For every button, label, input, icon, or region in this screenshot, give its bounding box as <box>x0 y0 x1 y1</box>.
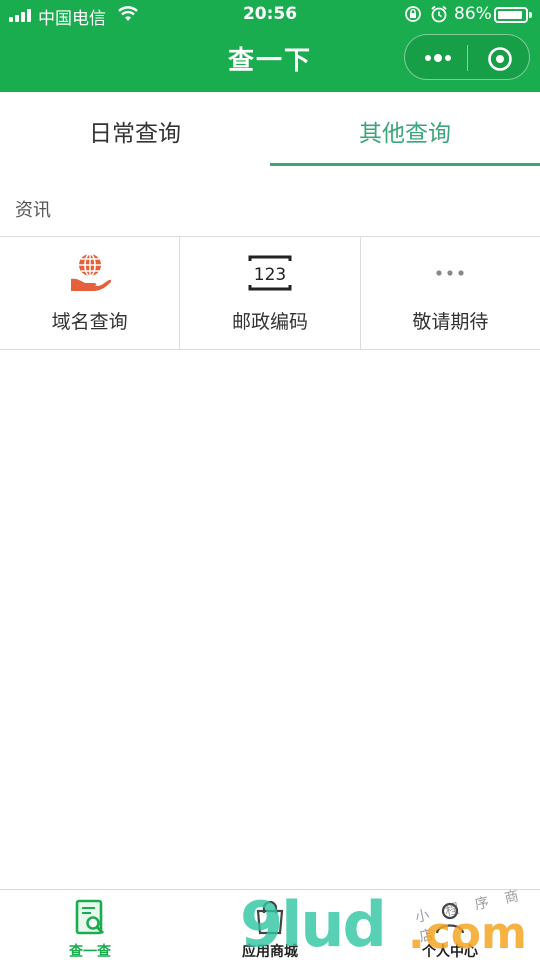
grid-item-domain-query[interactable]: 域名查询 <box>0 237 181 349</box>
capsule-divider <box>467 45 468 71</box>
tabbar-label: 查一查 <box>69 944 111 960</box>
tabbar-item-search[interactable]: 查一查 <box>0 890 180 960</box>
grid-item-coming-soon[interactable]: 敬请期待 <box>361 237 540 349</box>
tab-other-query[interactable]: 其他查询 <box>270 92 540 166</box>
tabbar-item-profile[interactable]: 个人中心 <box>360 890 540 960</box>
grid-item-label: 域名查询 <box>51 311 128 333</box>
service-grid: 域名查询 123 邮政编码 敬请期待 <box>0 236 540 350</box>
tabbar-item-app-store[interactable]: 应用商城 <box>180 890 360 960</box>
status-icons <box>404 5 448 23</box>
grid-item-label: 敬请期待 <box>412 311 489 333</box>
grid-item-label: 邮政编码 <box>231 311 308 333</box>
postcode-123-icon: 123 <box>248 255 292 291</box>
battery-icon <box>494 7 532 23</box>
top-bar: 中国电信 20:56 86% 查一下 <box>0 0 540 92</box>
tab-daily-query[interactable]: 日常查询 <box>0 92 270 166</box>
battery-percent: 86% <box>454 4 492 24</box>
bottom-tab-bar: 查一查 应用商城 个人中心 <box>0 889 540 960</box>
alarm-icon <box>431 5 447 23</box>
more-dots-icon[interactable] <box>423 50 453 66</box>
close-target-icon[interactable] <box>487 46 513 72</box>
shopping-bag-icon <box>256 900 284 935</box>
globe-hand-icon <box>70 253 111 291</box>
search-document-icon <box>75 899 105 935</box>
status-bar: 中国电信 20:56 86% <box>0 0 540 30</box>
tabbar-label: 个人中心 <box>422 944 478 960</box>
rotation-lock-icon <box>405 6 421 22</box>
grid-item-postcode[interactable]: 123 邮政编码 <box>180 237 361 349</box>
miniprogram-capsule <box>404 34 530 80</box>
query-tabs: 日常查询 其他查询 <box>0 92 540 166</box>
section-title: 资讯 <box>15 200 51 221</box>
person-icon <box>435 902 465 934</box>
svg-text:123: 123 <box>254 265 286 285</box>
tabbar-label: 应用商城 <box>242 944 298 960</box>
ellipsis-icon <box>436 270 464 276</box>
